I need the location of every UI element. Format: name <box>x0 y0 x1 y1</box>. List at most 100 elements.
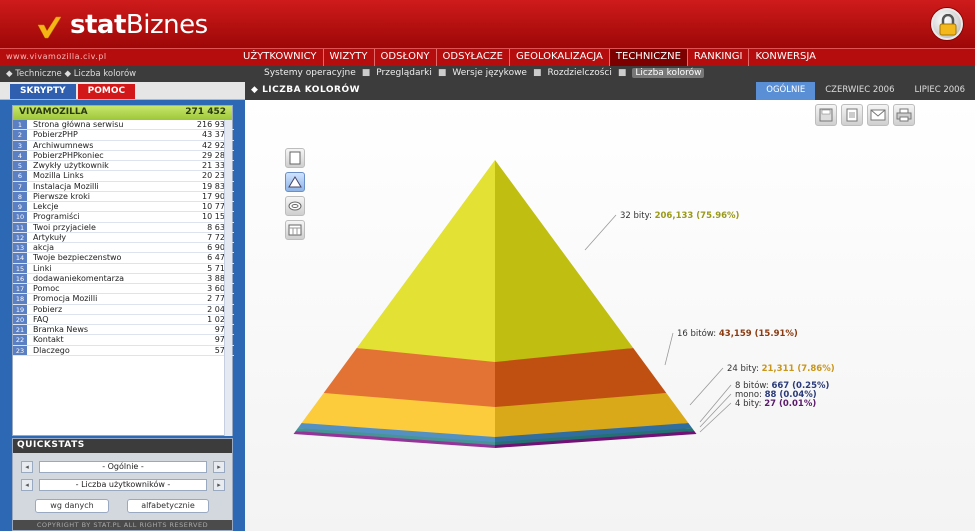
list-item[interactable]: 14 Twoje bezpieczenstwo 6 475 <box>13 253 234 264</box>
pyramid-label: 4 bity: 27 (0.01%) <box>735 399 816 409</box>
list-item-name: Mozilla Links <box>33 171 84 181</box>
list-item-rank: 13 <box>13 243 27 253</box>
nav-item-konwersja[interactable]: KONWERSJA <box>749 49 821 67</box>
list-item[interactable]: 18 Promocja Mozilli 2 776 <box>13 294 234 305</box>
list-item[interactable]: 6 Mozilla Links 20 235 <box>13 171 234 182</box>
subnav-item[interactable]: Rozdzielczości <box>548 68 612 78</box>
site-url[interactable]: www.vivamozilla.civ.pl <box>6 52 107 61</box>
lock-icon[interactable] <box>931 8 963 40</box>
list-item[interactable]: 16 dodawaniekomentarza 3 884 <box>13 273 234 284</box>
tab-skrypty[interactable]: SKRYPTY <box>10 84 76 99</box>
list-item[interactable]: 17 Pomoc 3 604 <box>13 284 234 295</box>
list-item-name: Promocja Mozilli <box>33 294 98 304</box>
list-item[interactable]: 13 akcja 6 909 <box>13 243 234 254</box>
tab-pomoc[interactable]: POMOC <box>77 84 136 99</box>
tab-ogolnie[interactable]: OGÓLNIE <box>756 82 816 100</box>
list-item-name: Linki <box>33 263 52 273</box>
list-item-rank: 21 <box>13 325 27 335</box>
subnav-item[interactable]: Przeglądarki <box>376 68 432 78</box>
list-item-rank: 19 <box>13 304 27 314</box>
stats-list-header: VIVAMOZILLA 271 452 <box>13 106 232 120</box>
list-item[interactable]: 22 Kontakt 975 <box>13 335 234 346</box>
quickstats-title: QUICKSTATS <box>13 439 232 453</box>
list-item[interactable]: 8 Pierwsze kroki 17 900 <box>13 191 234 202</box>
list-item-name: Dlaczego <box>33 345 70 355</box>
list-item-rank: 17 <box>13 284 27 294</box>
nav-item-techniczne[interactable]: TECHNICZNE <box>609 49 688 67</box>
list-item-name: Zwykły użytkownik <box>33 161 109 170</box>
list-item[interactable]: 9 Lekcje 10 773 <box>13 202 234 213</box>
logo[interactable]: statBiznes <box>36 10 208 40</box>
list-item[interactable]: 11 Twoi przyjaciele 8 631 <box>13 222 234 233</box>
quickstats-category-select[interactable]: - Ogólnie - <box>39 461 207 473</box>
subnav-separator-icon: ■ <box>361 68 371 78</box>
leader-line <box>699 402 732 433</box>
subnav-item[interactable]: Systemy operacyjne <box>264 68 356 78</box>
quickstats-row-1: ◂ - Ogólnie - ▸ <box>21 461 225 473</box>
list-item-rank: 15 <box>13 263 27 273</box>
list-item-rank: 9 <box>13 202 27 212</box>
list-item[interactable]: 20 FAQ 1 028 <box>13 314 234 325</box>
tab-lipiec-2006[interactable]: LIPIEC 2006 <box>904 82 975 100</box>
list-item[interactable]: 7 Instalacja Mozilli 19 833 <box>13 181 234 192</box>
quickstats-row-2: ◂ - Liczba użytkowników - ▸ <box>21 479 225 491</box>
quickstats-metric-select[interactable]: - Liczba użytkowników - <box>39 479 207 491</box>
pyramid-slice[interactable] <box>356 160 634 362</box>
nav-item-wizyty[interactable]: WIZYTY <box>324 49 375 67</box>
breadcrumb-item-techniczne[interactable]: Techniczne <box>15 69 62 79</box>
list-item-name: akcja <box>33 243 55 252</box>
stats-list-scrollbar[interactable] <box>224 120 232 436</box>
prev-arrow-icon[interactable]: ◂ <box>21 479 33 491</box>
list-item-rank: 23 <box>13 345 27 355</box>
list-item[interactable]: 1 Strona główna serwisu 216 931 <box>13 120 234 131</box>
nav-item-geolokalizacja[interactable]: GEOLOKALIZACJA <box>510 49 610 67</box>
list-item[interactable]: 3 Archiwumnews 42 929 <box>13 140 234 151</box>
main-nav: UŻYTKOWNICY WIZYTY ODSŁONY ODSYŁACZE GEOLOKA… <box>237 49 822 67</box>
list-item-name: Bramka News <box>33 325 89 334</box>
stats-list: VIVAMOZILLA 271 452 1 Strona główna serwi… <box>12 105 234 436</box>
logo-text: statBiznes <box>70 10 208 40</box>
list-item-name: Archiwumnews <box>33 140 94 150</box>
quickstats-panel: QUICKSTATS ◂ - Ogólnie - ▸ ◂ - Liczba uż… <box>12 438 233 531</box>
leader-line <box>689 367 724 406</box>
list-item[interactable]: 19 Pobierz 2 041 <box>13 304 234 315</box>
next-arrow-icon[interactable]: ▸ <box>213 461 225 473</box>
breadcrumb-item-liczba-kolorow[interactable]: Liczba kolorów <box>74 69 136 79</box>
list-item[interactable]: 15 Linki 5 719 <box>13 263 234 274</box>
list-item-name: Artykuły <box>33 232 67 242</box>
list-item[interactable]: 21 Bramka News 977 <box>13 325 234 336</box>
list-item-rank: 1 <box>13 120 27 130</box>
pyramid-label: 32 bity: 206,133 (75.96%) <box>620 211 740 221</box>
list-item-rank: 22 <box>13 335 27 345</box>
list-item-rank: 8 <box>13 191 27 201</box>
nav-item-rankingi[interactable]: RANKINGI <box>688 49 750 67</box>
breadcrumb-bullet-icon: ◆ <box>64 69 72 79</box>
tab-czerwiec-2006[interactable]: CZERWIEC 2006 <box>815 82 904 100</box>
list-item[interactable]: 4 PobierzPHPkoniec 29 280 <box>13 150 234 161</box>
nav-item-odsłony[interactable]: ODSŁONY <box>375 49 437 67</box>
left-panel: VIVAMOZILLA 271 452 1 Strona główna serwi… <box>0 100 245 531</box>
nav-item-odsyłacze[interactable]: ODSYŁACZE <box>437 49 510 67</box>
subnav-item[interactable]: Wersje językowe <box>452 68 527 78</box>
list-item-rank: 14 <box>13 253 27 263</box>
nav-item-użytkownicy[interactable]: UŻYTKOWNICY <box>237 49 324 67</box>
leader-line <box>699 393 732 428</box>
list-item-rank: 20 <box>13 314 27 324</box>
list-item-name: Pobierz <box>33 304 63 314</box>
sort-alphabetically-button[interactable]: alfabetycznie <box>127 499 209 513</box>
pyramid-label: 16 bitów: 43,159 (15.91%) <box>677 328 798 339</box>
list-item[interactable]: 12 Artykuły 7 721 <box>13 232 234 243</box>
tab-row: SKRYPTY POMOC ◆ LICZBA KOLORÓW OGÓLNIE C… <box>0 82 975 100</box>
list-item-name: Pierwsze kroki <box>33 191 90 201</box>
list-item[interactable]: 5 Zwykły użytkownik 21 338 <box>13 161 234 172</box>
list-item[interactable]: 2 PobierzPHP 43 374 <box>13 130 234 141</box>
list-item[interactable]: 10 Programiści 10 158 <box>13 212 234 223</box>
subnav-item[interactable]: Liczba kolorów <box>632 68 705 78</box>
subnav-separator-icon: ■ <box>437 68 447 78</box>
sort-by-data-button[interactable]: wg danych <box>35 499 109 513</box>
chart-area: 32 bity: 206,133 (75.96%) 16 bitów: 43,15… <box>245 100 975 531</box>
next-arrow-icon[interactable]: ▸ <box>213 479 225 491</box>
list-item[interactable]: 23 Dlaczego 578 <box>13 345 234 356</box>
prev-arrow-icon[interactable]: ◂ <box>21 461 33 473</box>
left-tabs: SKRYPTY POMOC <box>10 84 136 99</box>
